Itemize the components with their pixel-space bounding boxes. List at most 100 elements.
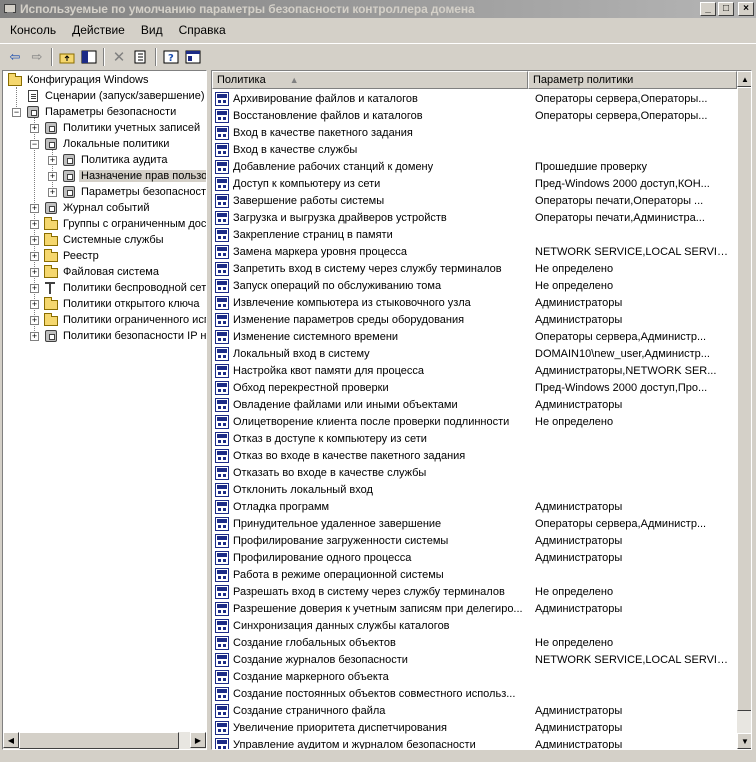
menu-action[interactable]: Действие [62, 23, 131, 37]
mmc-console-icon[interactable] [3, 2, 17, 16]
delete-icon[interactable]: ✕ [108, 46, 130, 68]
table-row[interactable]: Изменение параметров среды оборудования А… [212, 311, 737, 328]
menu-console[interactable]: Консоль [0, 23, 62, 37]
expand-icon[interactable]: + [30, 268, 39, 277]
expand-icon[interactable]: + [48, 156, 57, 165]
table-row[interactable]: Локальный вход в систему DOMAIN10\new_use… [212, 345, 737, 362]
close-button[interactable]: × [738, 2, 754, 16]
collapse-icon[interactable]: − [12, 108, 21, 117]
expand-icon[interactable]: + [30, 300, 39, 309]
expand-icon[interactable]: + [30, 204, 39, 213]
table-row[interactable]: Запуск операций по обслуживанию тома Не о… [212, 277, 737, 294]
table-row[interactable]: Создание маркерного объекта [212, 668, 737, 685]
table-row[interactable]: Архивирование файлов и каталогов Оператор… [212, 90, 737, 107]
help-icon[interactable]: ? [160, 46, 182, 68]
table-row[interactable]: Разрешать вход в систему через службу те… [212, 583, 737, 600]
scroll-thumb[interactable] [19, 732, 179, 749]
table-row[interactable]: Завершение работы системы Операторы печат… [212, 192, 737, 209]
export-icon[interactable] [130, 46, 152, 68]
console-tree-icon[interactable] [182, 46, 204, 68]
back-icon[interactable]: ⇦ [4, 46, 26, 68]
tree-node-wireless-policies[interactable]: Политики беспроводной сети [43, 280, 206, 296]
table-row[interactable]: Закрепление страниц в памяти [212, 226, 737, 243]
tree-node-scripts[interactable]: Сценарии (запуск/завершение) [25, 88, 206, 104]
collapse-icon[interactable]: − [30, 140, 39, 149]
table-row[interactable]: Изменение системного времени Операторы се… [212, 328, 737, 345]
table-row[interactable]: Управление аудитом и журналом безопаснос… [212, 736, 737, 749]
tree-node-security-settings[interactable]: Параметры безопасности [25, 104, 178, 120]
tree-node-software-restriction[interactable]: Политики ограниченного использования про… [43, 312, 206, 328]
expand-icon[interactable]: + [30, 124, 39, 133]
expand-icon[interactable]: + [48, 172, 57, 181]
user-right-policy-icon [215, 414, 231, 429]
tree-node-file-system[interactable]: Файловая система [43, 264, 161, 280]
expand-icon[interactable]: + [30, 220, 39, 229]
tree-node-public-key-policies[interactable]: Политики открытого ключа [43, 296, 201, 312]
table-row[interactable]: Олицетворение клиента после проверки под… [212, 413, 737, 430]
column-header-setting[interactable]: Параметр политики [528, 71, 737, 89]
expand-icon[interactable]: + [30, 332, 39, 341]
scroll-up-icon[interactable]: ▲ [737, 71, 751, 87]
table-row[interactable]: Создание глобальных объектов Не определен… [212, 634, 737, 651]
up-folder-icon[interactable] [56, 46, 78, 68]
show-tree-icon[interactable] [78, 46, 100, 68]
table-row[interactable]: Принудительное удаленное завершение Опера… [212, 515, 737, 532]
table-row[interactable]: Извлечение компьютера из стыковочного уз… [212, 294, 737, 311]
table-row[interactable]: Разрешение доверия к учетным записям при… [212, 600, 737, 617]
table-row[interactable]: Отладка программ Администраторы [212, 498, 737, 515]
console-tree[interactable]: Конфигурация Windows Сценарии (запуск/за… [2, 70, 207, 750]
tree-node-ip-security[interactable]: Политики безопасности IP на [43, 328, 206, 344]
tree-node-security-options[interactable]: Параметры безопасности [61, 184, 206, 200]
scroll-thumb[interactable] [737, 87, 751, 711]
expand-icon[interactable]: + [30, 284, 39, 293]
table-row[interactable]: Настройка квот памяти для процесса Админи… [212, 362, 737, 379]
tree-node-audit-policy[interactable]: Политика аудита [61, 152, 169, 168]
expand-icon[interactable]: + [30, 316, 39, 325]
expand-icon[interactable]: + [48, 188, 57, 197]
tree-node-user-rights[interactable]: Назначение прав пользователя [61, 168, 206, 184]
table-row[interactable]: Овладение файлами или иными объектами Адм… [212, 396, 737, 413]
minimize-button[interactable]: _ [700, 2, 716, 16]
tree-node-system-services[interactable]: Системные службы [43, 232, 166, 248]
table-row[interactable]: Профилирование одного процесса Администра… [212, 549, 737, 566]
scroll-left-icon[interactable]: ◀ [3, 732, 19, 748]
table-row[interactable]: Добавление рабочих станций к домену Проше… [212, 158, 737, 175]
scroll-down-icon[interactable]: ▼ [737, 733, 751, 749]
tree-node-local-policies[interactable]: Локальные политики [43, 136, 171, 152]
table-row[interactable]: Восстановление файлов и каталогов Операто… [212, 107, 737, 124]
tree-node-account-policies[interactable]: Политики учетных записей [43, 120, 202, 136]
maximize-button[interactable]: □ [718, 2, 734, 16]
table-row[interactable]: Увеличение приоритета диспетчирования Адм… [212, 719, 737, 736]
table-row[interactable]: Вход в качестве службы [212, 141, 737, 158]
table-row[interactable]: Вход в качестве пакетного задания [212, 124, 737, 141]
column-header-policy[interactable]: Политика ▲ [212, 71, 528, 89]
tree-node-restricted-groups[interactable]: Группы с ограниченным доступом [43, 216, 206, 232]
table-row[interactable]: Отказ во входе в качестве пакетного зада… [212, 447, 737, 464]
table-row[interactable]: Замена маркера уровня процесса NETWORK SE… [212, 243, 737, 260]
expand-icon[interactable]: + [30, 252, 39, 261]
tree-horizontal-scrollbar[interactable]: ◀ ▶ [3, 732, 206, 749]
tree-node-registry[interactable]: Реестр [43, 248, 101, 264]
policy-list[interactable]: Политика ▲ Параметр политики Архивирован… [211, 70, 752, 750]
expand-icon[interactable]: + [30, 236, 39, 245]
table-row[interactable]: Доступ к компьютеру из сети Пред-Windows … [212, 175, 737, 192]
menu-help[interactable]: Справка [169, 23, 232, 37]
table-row[interactable]: Обход перекрестной проверки Пред-Windows … [212, 379, 737, 396]
table-row[interactable]: Создание журналов безопасности NETWORK SE… [212, 651, 737, 668]
table-row[interactable]: Работа в режиме операционной системы [212, 566, 737, 583]
forward-icon[interactable]: ⇨ [26, 46, 48, 68]
table-row[interactable]: Создание страничного файла Администраторы [212, 702, 737, 719]
table-row[interactable]: Запретить вход в систему через службу те… [212, 260, 737, 277]
scroll-right-icon[interactable]: ▶ [190, 732, 206, 748]
table-row[interactable]: Синхронизация данных службы каталогов [212, 617, 737, 634]
table-row[interactable]: Загрузка и выгрузка драйверов устройств О… [212, 209, 737, 226]
menu-view[interactable]: Вид [131, 23, 169, 37]
table-row[interactable]: Создание постоянных объектов совместного… [212, 685, 737, 702]
table-row[interactable]: Профилирование загруженности системы Адми… [212, 532, 737, 549]
tree-node-windows-config[interactable]: Конфигурация Windows [7, 72, 151, 88]
table-row[interactable]: Отклонить локальный вход [212, 481, 737, 498]
tree-node-event-log[interactable]: Журнал событий [43, 200, 151, 216]
table-row[interactable]: Отказать во входе в качестве службы [212, 464, 737, 481]
list-vertical-scrollbar[interactable]: ▲ ▼ [737, 71, 751, 749]
table-row[interactable]: Отказ в доступе к компьютеру из сети [212, 430, 737, 447]
